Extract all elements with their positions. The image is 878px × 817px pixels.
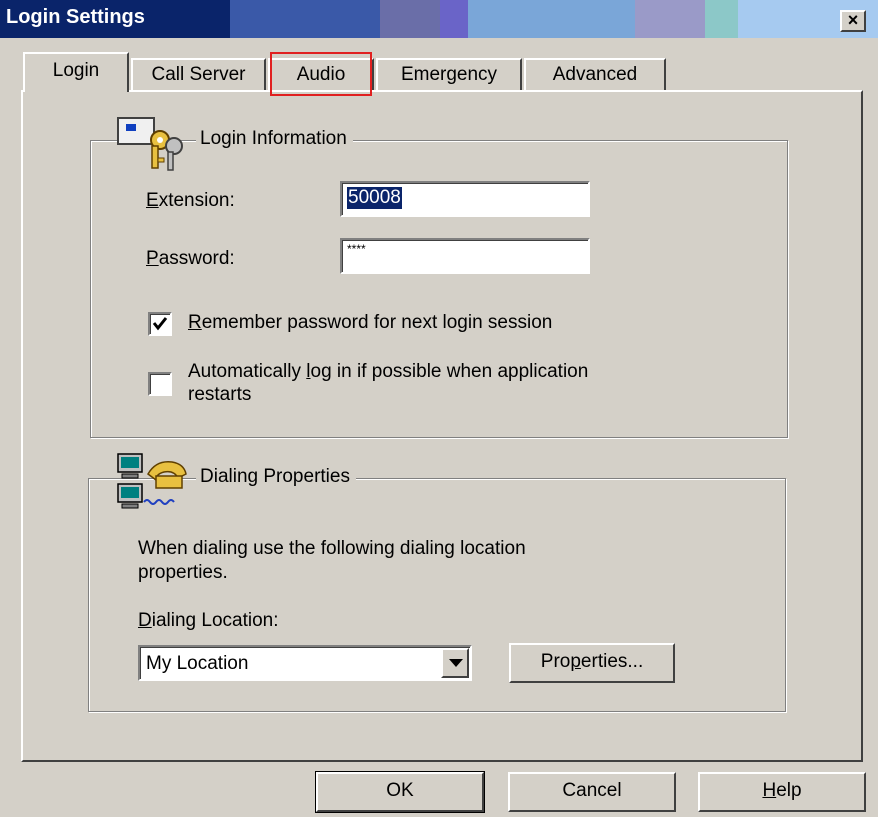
title-bar[interactable]: Login Settings × — [0, 0, 878, 38]
dialing-description-line2: properties. — [138, 562, 228, 583]
window-title: Login Settings — [6, 6, 145, 28]
cancel-button[interactable]: Cancel — [508, 772, 676, 812]
ok-button[interactable]: OK — [315, 771, 485, 813]
password-label: Password: — [146, 248, 235, 269]
dialing-location-value: My Location — [146, 653, 249, 674]
tab-label: Login — [52, 60, 100, 81]
properties-button[interactable]: Properties... — [509, 643, 675, 683]
dialing-location-label: Dialing Location: — [138, 610, 279, 631]
help-button[interactable]: Help — [698, 772, 866, 812]
auto-login-label-line1[interactable]: Automatically log in if possible when ap… — [188, 361, 588, 383]
tab-label: Emergency — [400, 64, 498, 85]
login-information-label: Login Information — [196, 128, 353, 150]
remember-password-label[interactable]: Remember password for next login session — [188, 312, 552, 334]
tab-label: Advanced — [552, 64, 638, 85]
tab-login[interactable]: Login — [23, 52, 129, 92]
close-button[interactable]: × — [840, 10, 866, 32]
dialing-description-line1: When dialing use the following dialing l… — [138, 538, 526, 559]
extension-input[interactable]: 50008 — [340, 181, 590, 217]
auto-login-label-line2[interactable]: restarts — [188, 384, 251, 406]
close-icon: × — [847, 10, 859, 30]
checkmark-icon — [152, 317, 168, 331]
tab-label: Call Server — [151, 64, 246, 85]
dialing-location-select[interactable]: My Location — [138, 645, 472, 681]
remember-password-checkbox[interactable] — [148, 312, 172, 336]
keys-icon — [117, 117, 183, 171]
tab-call-server[interactable]: Call Server — [131, 58, 266, 90]
audio-tab-highlight — [270, 52, 372, 96]
dropdown-button[interactable] — [441, 648, 469, 678]
extension-value: 50008 — [347, 187, 402, 209]
extension-label: Extension: — [146, 190, 235, 211]
password-input[interactable]: **** — [340, 238, 590, 274]
chevron-down-icon — [449, 659, 463, 667]
password-value: **** — [347, 242, 366, 256]
dialing-properties-label: Dialing Properties — [196, 466, 356, 488]
auto-login-checkbox[interactable] — [148, 372, 172, 396]
tab-emergency[interactable]: Emergency — [376, 58, 522, 90]
computer-phone-icon — [117, 453, 187, 509]
tab-advanced[interactable]: Advanced — [524, 58, 666, 90]
